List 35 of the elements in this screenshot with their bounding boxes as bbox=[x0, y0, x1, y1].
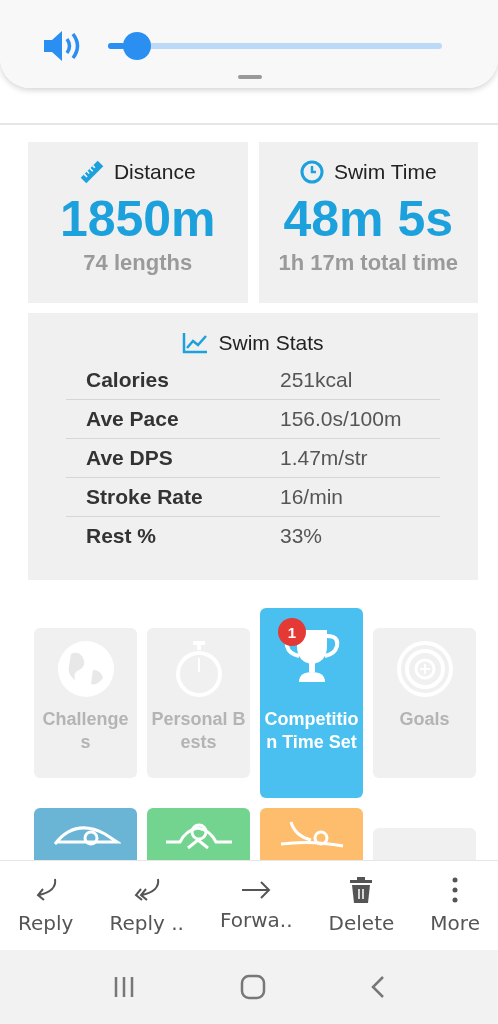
stat-name: Stroke Rate bbox=[86, 485, 204, 509]
action-button[interactable]: More bbox=[426, 872, 484, 939]
feature-tile[interactable]: Competition Time Set 1 bbox=[260, 608, 363, 798]
card-label: Distance bbox=[113, 160, 196, 184]
card-label: Swim Time bbox=[333, 160, 437, 184]
stat-value: 251kcal bbox=[280, 368, 353, 392]
drag-handle[interactable] bbox=[238, 75, 262, 79]
stat-name: Calories bbox=[86, 368, 170, 392]
lengths-text: 74 lengths bbox=[83, 250, 193, 276]
action-button[interactable]: Reply bbox=[14, 872, 78, 939]
card-title: Swim Stats bbox=[218, 331, 324, 355]
trash-icon bbox=[350, 876, 373, 903]
stat-value: 33% bbox=[280, 524, 323, 548]
home-icon[interactable] bbox=[240, 974, 266, 1000]
stat-value: 1.47m/str bbox=[280, 446, 368, 470]
volume-slider[interactable] bbox=[108, 32, 442, 60]
stat-value: 16/min bbox=[280, 485, 344, 509]
total-time-text: 1h 17m total time bbox=[278, 250, 459, 276]
recent-apps-icon[interactable] bbox=[112, 976, 135, 998]
notification-badge: 1 bbox=[278, 618, 306, 646]
stat-name: Rest % bbox=[86, 524, 158, 548]
stat-name: Ave DPS bbox=[86, 446, 174, 470]
distance-value: 1850m bbox=[59, 190, 216, 248]
more-icon bbox=[452, 876, 459, 903]
forward-arrow-icon bbox=[241, 879, 272, 900]
clock-icon bbox=[299, 160, 324, 184]
back-icon[interactable] bbox=[371, 975, 386, 999]
action-button[interactable]: Reply .. bbox=[105, 872, 188, 939]
stat-name: Ave Pace bbox=[86, 407, 180, 431]
chart-icon bbox=[182, 332, 209, 354]
swim-time-value: 48m 5s bbox=[283, 190, 454, 248]
speaker-icon[interactable] bbox=[42, 30, 82, 62]
action-button[interactable]: Delete bbox=[324, 872, 399, 939]
action-button[interactable]: Forwa.. bbox=[215, 875, 297, 936]
stat-value: 156.0s/100m bbox=[280, 407, 402, 431]
